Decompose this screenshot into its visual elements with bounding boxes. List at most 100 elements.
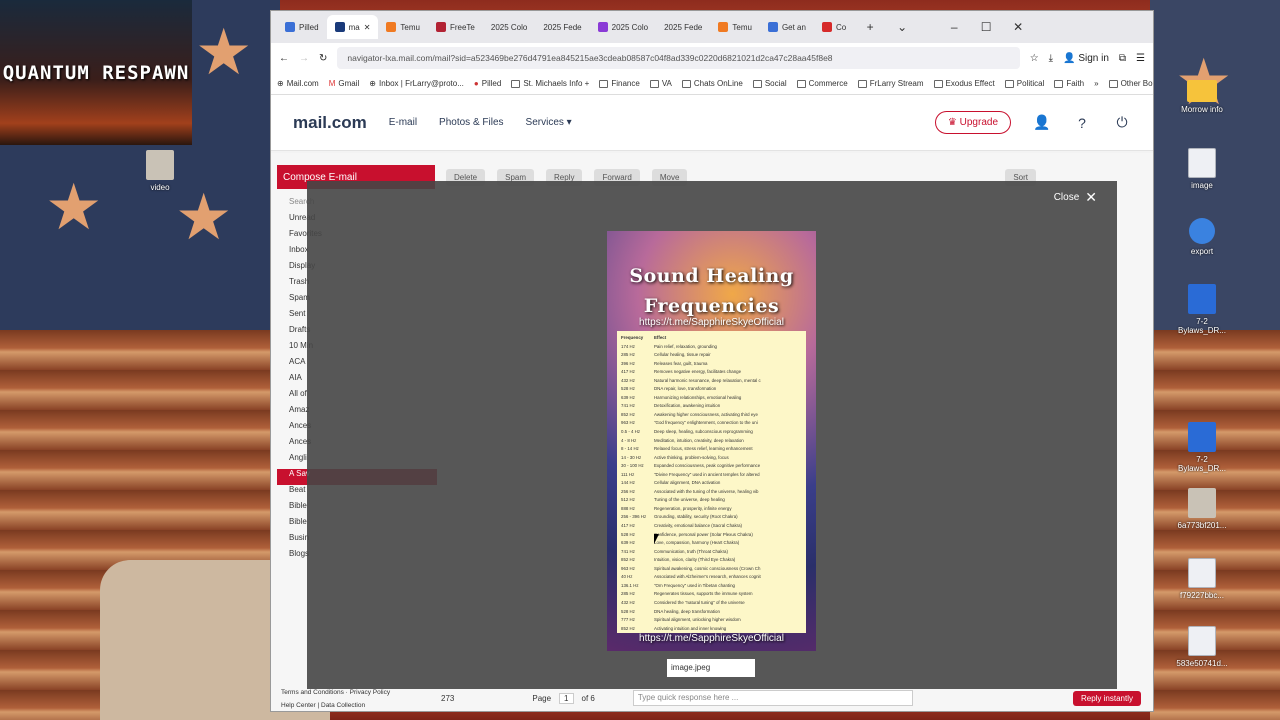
tab[interactable]: Temu: [710, 15, 760, 39]
image-file-icon: [1188, 626, 1216, 656]
tab-close-icon[interactable]: ✕: [364, 23, 371, 32]
frequency-value: 852 Hz: [621, 411, 635, 417]
desktop-icon-label: Morrow info: [1181, 105, 1223, 114]
bookmark-item[interactable]: ⊕ Inbox | FrLarry@proto...: [369, 79, 464, 88]
desktop-icon-label: image: [1191, 181, 1213, 190]
sign-in-button[interactable]: 👤 Sign in: [1063, 53, 1109, 64]
logout-power-icon[interactable]: ⏻: [1113, 114, 1131, 131]
bookmark-folder[interactable]: Finance: [599, 79, 640, 88]
privacy-link[interactable]: Privacy Policy: [350, 689, 390, 696]
nav-photos-files[interactable]: Photos & Files: [439, 117, 503, 128]
mail-logo[interactable]: mail.com: [293, 113, 367, 133]
bookmark-folder[interactable]: FrLarry Stream: [857, 79, 924, 88]
tab[interactable]: 2025 Fede: [656, 15, 710, 39]
close-window-button[interactable]: ✕: [1002, 20, 1034, 34]
frequency-value: 888 Hz: [621, 505, 635, 511]
bookmark-folder[interactable]: Other Bookmarks: [1108, 79, 1153, 88]
tab[interactable]: Pilled: [277, 15, 327, 39]
video-file-icon: [146, 150, 174, 180]
address-bar[interactable]: navigator-lxa.mail.com/mail?sid=a523469b…: [337, 47, 1020, 69]
lightbox-close-button[interactable]: Close ✕: [1054, 189, 1097, 206]
bookmarks-overflow-icon[interactable]: »: [1094, 79, 1098, 88]
desktop-icon[interactable]: f79227bbc...: [1172, 558, 1232, 600]
bookmark-folder[interactable]: Exodus Effect: [933, 79, 995, 88]
bookmark-folder[interactable]: Chats OnLine: [681, 79, 743, 88]
help-center-link[interactable]: Help Center: [281, 702, 316, 709]
frequency-effect: Removes negative energy, facilitates cha…: [654, 369, 742, 375]
bookmark-label: Pilled: [481, 79, 502, 88]
data-collection-link[interactable]: Data Collection: [321, 702, 365, 709]
reload-icon[interactable]: ↻: [319, 53, 327, 64]
frequency-value: 174 Hz: [621, 343, 635, 349]
frequency-row: 432 Hz Natural harmonic resonance, deep r…: [621, 377, 802, 386]
new-tab-button[interactable]: +: [854, 20, 886, 34]
reply-instantly-button[interactable]: Reply instantly: [1072, 690, 1141, 706]
tab-active[interactable]: ma ✕: [326, 15, 379, 39]
desktop-icon[interactable]: Morrow info: [1172, 80, 1232, 114]
desktop-icon-label: f79227bbc...: [1179, 591, 1225, 600]
page-label: Page: [532, 693, 552, 703]
desktop-icon[interactable]: 7-2 Bylaws_DR...: [1172, 422, 1232, 473]
pager-bar: 273 Page 1 of 6 Type quick response here…: [441, 687, 1141, 709]
bookmark-folder[interactable]: St. Michaels Info +: [511, 79, 589, 88]
frequency-effect: Deep sleep, healing, subconscious reprog…: [654, 429, 753, 435]
bookmark-folder[interactable]: Social: [752, 79, 787, 88]
tab-label: Get an: [781, 22, 806, 32]
desktop-icon[interactable]: 583e50741d...: [1172, 626, 1232, 668]
bookmark-item[interactable]: M Gmail: [329, 79, 360, 88]
frequency-value: 741 Hz: [621, 548, 635, 554]
frequency-effect: Relaxed focus, stress relief, learning e…: [654, 446, 753, 452]
minimize-button[interactable]: –: [938, 20, 970, 34]
bookmark-label: Faith: [1066, 79, 1085, 88]
mail-logo-text: mail.com: [293, 112, 367, 132]
tab[interactable]: 2025 Colo: [590, 15, 656, 39]
tab[interactable]: Get an: [760, 15, 814, 39]
tab[interactable]: Temu: [378, 15, 428, 39]
folder-icon: [1187, 80, 1217, 102]
tab-label: FreeTe: [449, 22, 475, 32]
tab[interactable]: Co: [814, 15, 854, 39]
bookmark-folder[interactable]: VA: [649, 79, 672, 88]
tab[interactable]: 2025 Fede: [535, 15, 589, 39]
desktop-icon[interactable]: export: [1172, 218, 1232, 256]
desktop-icon[interactable]: 7-2 Bylaws_DR...: [1172, 284, 1232, 335]
bookmark-folder[interactable]: Faith: [1054, 79, 1084, 88]
download-icon[interactable]: ⤓: [1049, 53, 1053, 64]
mail-header: mail.com E-mail Photos & Files Services …: [271, 95, 1153, 151]
menu-icon[interactable]: ☰: [1136, 53, 1145, 64]
bookmark-folder[interactable]: Commerce: [796, 79, 848, 88]
tab-label: 2025 Fede: [664, 22, 703, 32]
folder-icon: [511, 79, 521, 88]
desktop-icon-video[interactable]: video: [130, 150, 190, 192]
tab-favicon-icon: [334, 22, 345, 32]
bookmark-star-icon[interactable]: ☆: [1030, 53, 1039, 64]
help-icon[interactable]: ?: [1073, 115, 1091, 131]
tab-list-chevron-icon[interactable]: ⌄: [886, 20, 918, 34]
bookmark-item[interactable]: ● Pilled: [474, 79, 501, 88]
desktop-icon[interactable]: image: [1172, 148, 1232, 190]
tab[interactable]: 2025 Colo: [483, 15, 535, 39]
tab[interactable]: FreeTe: [428, 15, 483, 39]
back-arrow-icon[interactable]: ←: [279, 53, 289, 64]
nav-email[interactable]: E-mail: [389, 117, 417, 128]
maximize-button[interactable]: ☐: [970, 20, 1002, 34]
frequency-row: 528 Hz DNA repair, love, transformation: [621, 385, 802, 394]
quick-response-input[interactable]: Type quick response here ...: [632, 690, 913, 706]
gmail-icon: M: [328, 79, 336, 88]
frequency-value: 417 Hz: [621, 523, 635, 529]
bookmark-item[interactable]: ⊕ Mail.com: [277, 79, 319, 88]
page-input[interactable]: 1: [559, 692, 574, 704]
frequency-value: 741 Hz: [621, 403, 635, 409]
tab-label: Temu: [400, 22, 420, 32]
frequency-row: 528 Hz Confidence, personal power (Solar …: [621, 531, 802, 540]
account-icon[interactable]: 👤: [1033, 114, 1051, 131]
desktop-icon[interactable]: 6a773bf201...: [1172, 488, 1232, 530]
forward-arrow-icon[interactable]: →: [299, 53, 309, 64]
upgrade-button[interactable]: ♛ Upgrade: [934, 111, 1011, 134]
bookmark-folder[interactable]: Political: [1004, 79, 1044, 88]
terms-link[interactable]: Terms and Conditions: [281, 689, 344, 696]
extensions-icon[interactable]: ⧉: [1119, 53, 1126, 64]
frequency-effect: Grounding, stability, security (Root Cha…: [654, 514, 738, 520]
nav-services[interactable]: Services ▾: [526, 117, 572, 128]
bookmarks-bar: ⊕ Mail.com M Gmail ⊕ Inbox | FrLarry@proto.…: [271, 73, 1153, 95]
